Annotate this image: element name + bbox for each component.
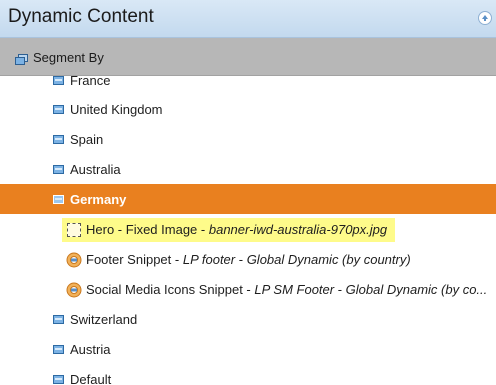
tree-row-austria[interactable]: Austria — [0, 334, 496, 364]
segment-icon — [15, 52, 28, 70]
tree-row-label: Australia — [70, 162, 121, 177]
tree-row-australia[interactable]: Australia — [0, 154, 496, 184]
segment-item-icon — [53, 345, 64, 354]
tree-row-germany[interactable]: Germany — [0, 184, 496, 214]
content-item-hero[interactable]: Hero - Fixed Image - banner-iwd-australi… — [62, 218, 396, 242]
segment-tree: France United Kingdom Spain Australia Ge… — [0, 76, 496, 385]
tree-row-label: United Kingdom — [70, 102, 163, 117]
panel-title: Dynamic Content — [8, 6, 154, 27]
panel-header: Dynamic Content — [0, 0, 496, 38]
collapse-up-icon[interactable] — [478, 11, 492, 25]
tree-row-label: Germany — [70, 192, 127, 207]
tree-row-label: Switzerland — [70, 312, 138, 327]
snippet-icon — [66, 282, 82, 298]
tree-row-spain[interactable]: Spain — [0, 124, 496, 154]
segment-by-label: Segment By — [33, 50, 104, 65]
segment-item-icon — [53, 135, 64, 144]
tree-row-label: France — [70, 76, 111, 88]
tree-row-label: Austria — [70, 342, 111, 357]
segment-item-icon — [53, 315, 64, 324]
content-item-text: Hero - Fixed Image - banner-iwd-australi… — [86, 222, 388, 237]
segment-item-icon — [53, 76, 64, 85]
tree-row-switzerland[interactable]: Switzerland — [0, 304, 496, 334]
segment-item-icon — [53, 195, 64, 204]
tree-row-united-kingdom[interactable]: United Kingdom — [0, 94, 496, 124]
content-item-text: Social Media Icons Snippet - LP SM Foote… — [86, 282, 488, 297]
snippet-icon — [66, 252, 82, 268]
tree-row-label: Default — [70, 372, 112, 385]
content-item-text: Footer Snippet - LP footer - Global Dyna… — [86, 252, 411, 267]
segment-item-icon — [53, 375, 64, 384]
segment-by-bar[interactable]: Segment By — [0, 38, 496, 76]
tree-row-france[interactable]: France — [0, 76, 496, 95]
tree-row-default[interactable]: Default — [0, 364, 496, 385]
tree-row-label: Spain — [70, 132, 104, 147]
segment-item-icon — [53, 105, 64, 114]
fixed-image-icon — [67, 223, 81, 237]
segment-item-icon — [53, 165, 64, 174]
